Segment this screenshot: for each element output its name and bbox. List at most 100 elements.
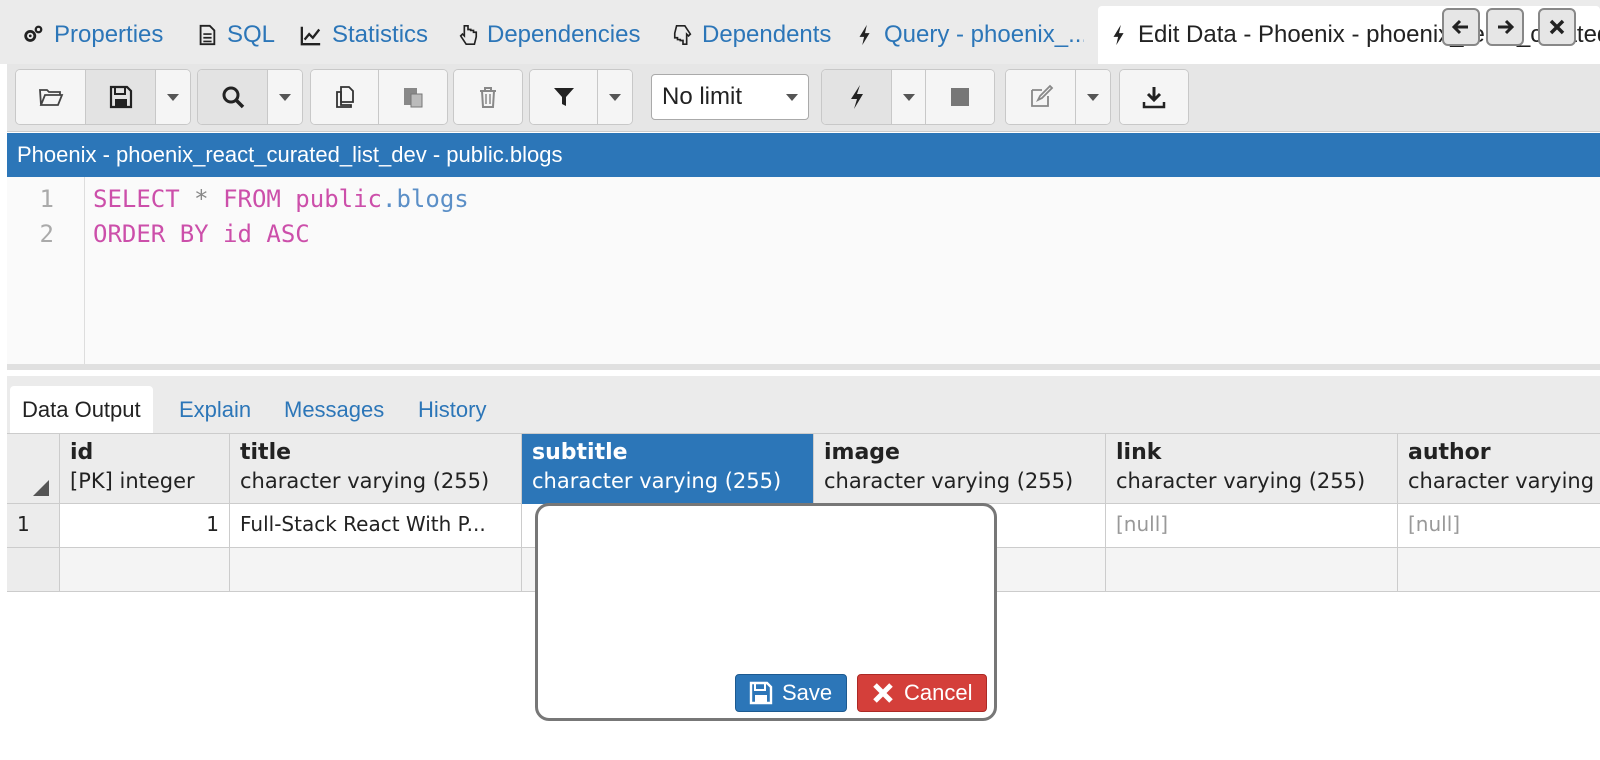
save-file-button[interactable]: [86, 70, 156, 124]
tab-label: Statistics: [332, 21, 429, 48]
stop-button[interactable]: [926, 70, 994, 124]
tab-label: Dependencies: [487, 21, 641, 48]
connection-title-bar: Phoenix - phoenix_react_curated_list_dev…: [7, 133, 1600, 177]
column-type: character varying (255): [532, 469, 782, 493]
cancel-button[interactable]: Cancel: [857, 674, 987, 712]
execute-dropdown-button[interactable]: [892, 70, 926, 124]
sql-keyword: FROM: [223, 185, 281, 213]
paste-button[interactable]: [379, 70, 447, 124]
tab-explain[interactable]: Explain: [167, 386, 263, 433]
copy-icon: [335, 86, 354, 108]
sql-operator: *: [179, 185, 224, 213]
corner-triangle-icon: [33, 480, 49, 496]
find-dropdown-button[interactable]: [268, 70, 302, 124]
tab-query[interactable]: Query - phoenix_...: [844, 6, 1084, 64]
tab-history[interactable]: History: [406, 386, 498, 433]
sql-keyword: SELECT: [93, 185, 180, 213]
bolt-icon: [850, 85, 863, 109]
arrow-right-icon: [1498, 19, 1515, 35]
cell-id[interactable]: 1: [60, 504, 230, 548]
column-header-image[interactable]: image character varying (255): [814, 434, 1106, 504]
tab-messages[interactable]: Messages: [272, 386, 396, 433]
save-dropdown-button[interactable]: [156, 70, 190, 124]
arrow-left-icon: [1451, 19, 1468, 35]
save-label: Save: [782, 680, 833, 705]
row-limit-select[interactable]: No limit: [651, 74, 809, 120]
column-header-id[interactable]: id [PK] integer: [60, 434, 230, 504]
query-toolbar: No limit: [7, 64, 1600, 132]
chevron-down-icon: [167, 93, 179, 101]
code-line: SELECT * FROM public.blogs: [93, 185, 469, 213]
cell-author[interactable]: [null]: [1398, 504, 1600, 548]
edit-dropdown-button[interactable]: [1076, 70, 1110, 124]
tab-label: Edit Data - Phoenix - phoenix_react_cura…: [1138, 21, 1600, 48]
panel-tab-strip: Properties SQL Statistics Dependencies D…: [0, 0, 1600, 64]
tab-label: Query - phoenix_...: [884, 21, 1084, 48]
find-button[interactable]: [198, 70, 268, 124]
hand-pointer-icon: [672, 22, 694, 48]
column-name: subtitle: [532, 440, 628, 465]
column-header-subtitle[interactable]: subtitle character varying (255): [522, 434, 814, 504]
edit-button-group: [1005, 69, 1111, 125]
column-name: author: [1408, 440, 1491, 465]
close-icon: [1549, 19, 1565, 35]
filter-dropdown-button[interactable]: [598, 70, 632, 124]
bolt-icon: [854, 22, 876, 48]
row-number[interactable]: 1: [7, 504, 60, 548]
filter-icon: [553, 88, 574, 106]
floppy-disk-icon: [749, 681, 773, 705]
execute-button[interactable]: [822, 70, 892, 124]
tab-dependents[interactable]: Dependents: [662, 6, 832, 64]
cell-title[interactable]: Full-Stack React With P...: [230, 504, 522, 548]
column-header-title[interactable]: title character varying (255): [230, 434, 522, 504]
line-number: 1: [39, 185, 54, 213]
tab-statistics[interactable]: Statistics: [288, 6, 440, 64]
new-row-cell[interactable]: [1398, 548, 1600, 592]
column-header-link[interactable]: link character varying (255): [1106, 434, 1398, 504]
pencil-square-icon: [1030, 84, 1053, 107]
paste-icon: [404, 88, 423, 108]
chevron-down-icon: [786, 93, 798, 101]
save-button[interactable]: Save: [735, 674, 847, 712]
hand-pointer-icon: [457, 22, 479, 48]
open-file-button[interactable]: [16, 70, 86, 124]
filter-button[interactable]: [530, 70, 598, 124]
column-header-author[interactable]: author character varying (255): [1398, 434, 1600, 504]
select-all-corner[interactable]: [7, 434, 60, 504]
stop-icon: [951, 88, 969, 106]
tab-data-output[interactable]: Data Output: [10, 386, 153, 433]
cell-link[interactable]: [null]: [1106, 504, 1398, 548]
tab-edit-data[interactable]: Edit Data - Phoenix - phoenix_react_cura…: [1098, 6, 1600, 64]
floppy-disk-icon: [109, 85, 132, 109]
next-tab-button[interactable]: [1486, 8, 1524, 46]
previous-tab-button[interactable]: [1442, 8, 1480, 46]
chevron-down-icon: [1087, 93, 1099, 101]
row-number[interactable]: [7, 548, 60, 592]
delete-row-button[interactable]: [454, 70, 522, 124]
column-type: [PK] integer: [70, 469, 195, 493]
document-icon: [195, 22, 219, 48]
close-tab-button[interactable]: [1538, 8, 1576, 46]
sql-table: .blogs: [382, 185, 469, 213]
tab-sql[interactable]: SQL: [185, 6, 285, 64]
tab-dependencies[interactable]: Dependencies: [447, 6, 643, 64]
chart-icon: [298, 22, 324, 48]
new-row-cell[interactable]: [1106, 548, 1398, 592]
new-row-cell[interactable]: [60, 548, 230, 592]
edit-button[interactable]: [1006, 70, 1076, 124]
column-name: id: [70, 440, 94, 465]
search-icon: [222, 86, 244, 109]
line-number-gutter: 1 2: [7, 177, 85, 364]
sql-editor[interactable]: 1 2 SELECT * FROM public.blogs ORDER BY …: [7, 177, 1600, 370]
cell-editor-textarea[interactable]: [546, 514, 986, 664]
code-line: ORDER BY id ASC: [93, 220, 310, 248]
close-icon: [873, 683, 893, 703]
tab-properties[interactable]: Properties: [10, 6, 182, 64]
column-name: link: [1116, 440, 1162, 465]
copy-button[interactable]: [311, 70, 379, 124]
tab-label: Dependents: [702, 21, 832, 48]
download-button[interactable]: [1120, 70, 1188, 124]
column-type: character varying (255): [1408, 469, 1600, 493]
sql-schema: public: [280, 185, 383, 213]
new-row-cell[interactable]: [230, 548, 522, 592]
